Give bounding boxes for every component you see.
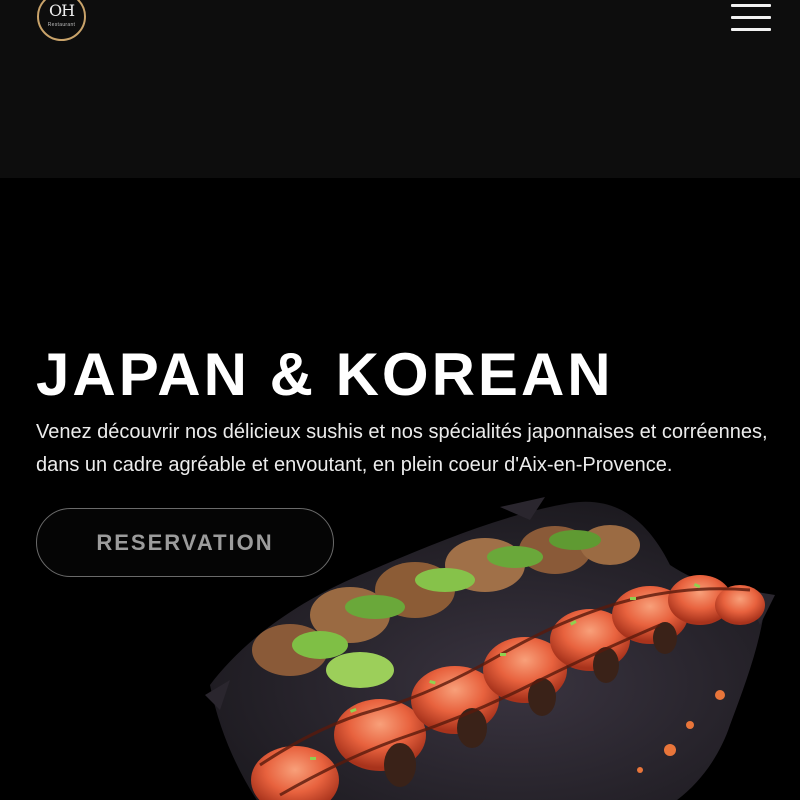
hamburger-menu-icon[interactable]	[729, 3, 773, 33]
menu-bar-middle	[731, 16, 771, 19]
site-header: OH Restaurant	[0, 0, 800, 178]
page: OH Restaurant JAPAN & KOREAN Venez décou…	[0, 0, 800, 800]
hero-title: JAPAN & KOREAN	[36, 341, 614, 408]
restaurant-logo[interactable]: OH Restaurant	[37, 0, 86, 41]
reservation-button[interactable]: RESERVATION	[36, 508, 334, 577]
menu-bar-bottom	[731, 28, 771, 31]
logo-sub-text: Restaurant	[47, 22, 76, 28]
menu-bar-top	[731, 4, 771, 7]
hero-description: Venez découvrir nos délicieux sushis et …	[36, 421, 768, 476]
logo-main-text: OH	[48, 1, 75, 20]
